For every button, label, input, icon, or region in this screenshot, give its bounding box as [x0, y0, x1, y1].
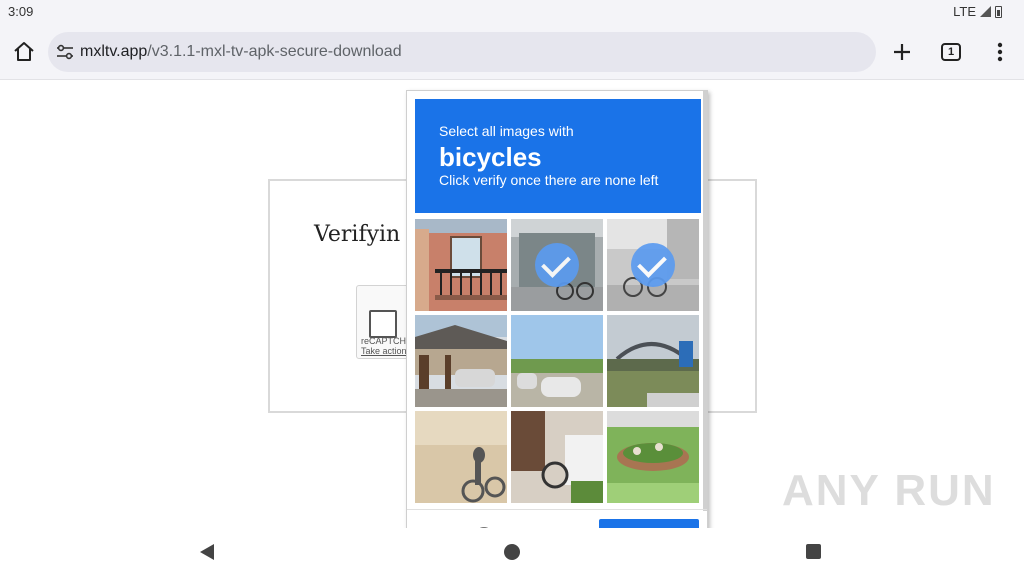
tile-carport-house[interactable] — [415, 315, 507, 407]
tile-garden-flowerbed[interactable] — [607, 411, 699, 503]
battery-icon — [995, 5, 1002, 18]
challenge-header: Select all images with bicycles Click ve… — [415, 99, 701, 213]
tile-image — [511, 411, 603, 503]
challenge-target: bicycles — [439, 142, 542, 172]
network-type: LTE — [953, 4, 976, 19]
browser-toolbar: mxltv.app/v3.1.1-mxl-tv-apk-secure-downl… — [0, 24, 1024, 80]
tile-image — [607, 411, 699, 503]
home-icon[interactable] — [12, 40, 36, 64]
android-screen: 3:09 LTE mxltv.app/v3.1.1-mxl-tv-apk-sec… — [0, 0, 1024, 576]
url-path: /v3.1.1-mxl-tv-apk-secure-download — [147, 43, 402, 60]
challenge-footer-divider — [407, 509, 707, 510]
url-text[interactable]: mxltv.app/v3.1.1-mxl-tv-apk-secure-downl… — [80, 43, 402, 61]
tile-bicycle-doorway[interactable] — [511, 411, 603, 503]
tile-shadow-cyclist[interactable] — [415, 411, 507, 503]
system-nav-bar — [0, 528, 1024, 576]
status-icons: LTE — [953, 4, 1002, 19]
tile-image — [415, 411, 507, 503]
anyrun-watermark: ANY RUN — [782, 466, 996, 515]
back-icon[interactable] — [200, 544, 214, 560]
challenge-instruction: Select all images with — [439, 123, 574, 139]
selected-check-icon — [631, 243, 675, 287]
tile-field-cars[interactable] — [511, 315, 603, 407]
recaptcha-challenge: Select all images with bicycles Click ve… — [406, 90, 708, 549]
tile-image — [607, 315, 699, 407]
signal-icon — [980, 6, 991, 17]
tile-image — [415, 315, 507, 407]
recaptcha-take-action-link[interactable]: Take action — [361, 346, 407, 356]
tile-image — [415, 219, 507, 311]
more-options-icon[interactable] — [990, 40, 1010, 64]
tile-bridge-road[interactable] — [607, 315, 699, 407]
recaptcha-brand: reCAPTCHA — [361, 336, 413, 346]
tile-building-balcony[interactable] — [415, 219, 507, 311]
verifying-heading: Verifyin — [314, 222, 401, 247]
status-time: 3:09 — [8, 4, 34, 19]
url-domain: mxltv.app — [80, 43, 148, 60]
challenge-scrollbar[interactable] — [703, 91, 707, 511]
tile-sidewalk-cyclist[interactable] — [607, 219, 699, 311]
tab-switcher-button[interactable]: 1 — [941, 43, 961, 61]
recent-apps-icon[interactable] — [806, 544, 821, 559]
status-bar: 3:09 LTE — [0, 0, 1024, 24]
new-tab-icon[interactable] — [890, 40, 914, 64]
recaptcha-checkbox[interactable] — [369, 310, 397, 338]
address-bar[interactable]: mxltv.app/v3.1.1-mxl-tv-apk-secure-downl… — [48, 32, 876, 72]
site-settings-icon[interactable] — [56, 44, 74, 60]
tile-image — [511, 315, 603, 407]
home-button-icon[interactable] — [504, 544, 520, 560]
tile-street-cyclist[interactable] — [511, 219, 603, 311]
selected-check-icon — [535, 243, 579, 287]
challenge-hint: Click verify once there are none left — [439, 172, 659, 188]
